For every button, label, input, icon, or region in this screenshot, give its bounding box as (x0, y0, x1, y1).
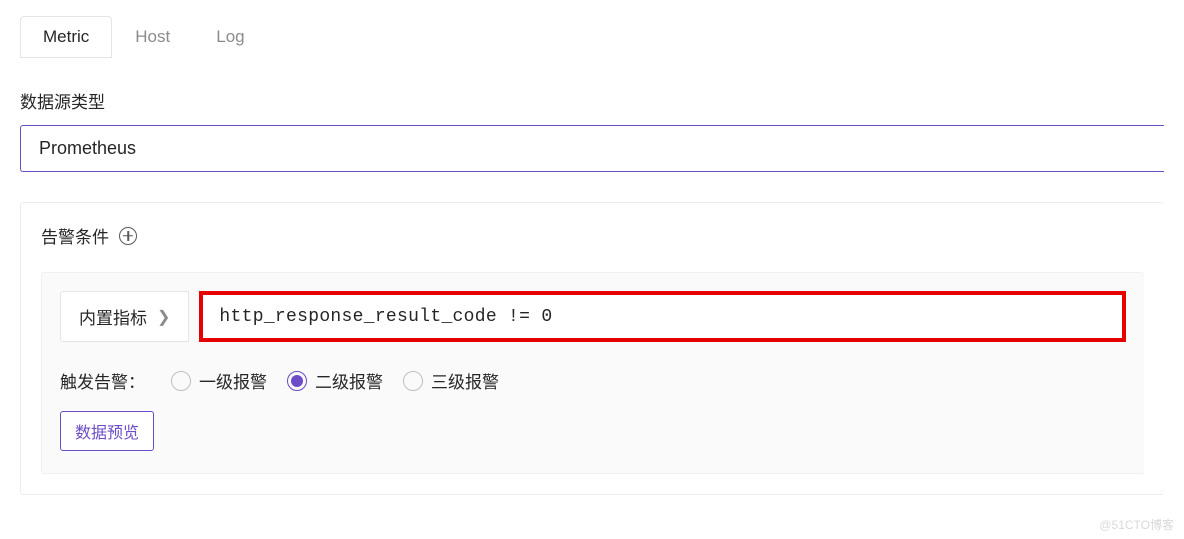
builtin-metric-label: 内置指标 (79, 304, 147, 329)
radio-icon (287, 371, 307, 391)
builtin-metric-button[interactable]: 内置指标 ❯ (60, 291, 189, 342)
add-condition-icon[interactable] (119, 227, 137, 245)
expression-highlight-box (199, 291, 1126, 342)
radio-label: 一级报警 (199, 368, 267, 393)
alert-condition-title-row: 告警条件 (41, 223, 1144, 248)
datasource-select[interactable]: Prometheus (20, 125, 1164, 172)
trigger-level-2[interactable]: 二级报警 (287, 368, 383, 393)
radio-label: 二级报警 (315, 368, 383, 393)
radio-label: 三级报警 (431, 368, 499, 393)
radio-icon (171, 371, 191, 391)
condition-panel: 内置指标 ❯ 触发告警： 一级报警 二级报警 三级报警 (41, 272, 1144, 474)
trigger-level-3[interactable]: 三级报警 (403, 368, 499, 393)
tab-log[interactable]: Log (193, 16, 267, 58)
alert-condition-card: 告警条件 内置指标 ❯ 触发告警： 一级报警 二级报警 (20, 202, 1164, 495)
trigger-label: 触发告警： (60, 368, 145, 393)
expression-row: 内置指标 ❯ (60, 291, 1126, 342)
category-tabs: Metric Host Log (20, 16, 1164, 58)
watermark: @51CTO博客 (1099, 516, 1174, 533)
datasource-label: 数据源类型 (20, 88, 1164, 113)
trigger-level-1[interactable]: 一级报警 (171, 368, 267, 393)
chevron-right-icon: ❯ (157, 307, 170, 327)
data-preview-button[interactable]: 数据预览 (60, 411, 154, 451)
tab-metric[interactable]: Metric (20, 16, 112, 58)
radio-icon (403, 371, 423, 391)
tab-host[interactable]: Host (112, 16, 193, 58)
expression-input[interactable] (219, 307, 1106, 327)
trigger-level-row: 触发告警： 一级报警 二级报警 三级报警 (60, 368, 1126, 393)
alert-condition-title: 告警条件 (41, 223, 109, 248)
